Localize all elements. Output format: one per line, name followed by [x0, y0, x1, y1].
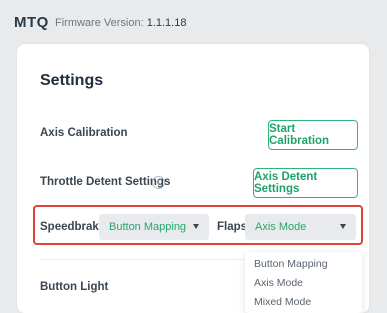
- chevron-down-icon: [340, 224, 346, 229]
- firmware-version-value: 1.1.1.18: [146, 17, 187, 29]
- chevron-down-icon: [193, 224, 199, 229]
- speedbrake-select-value: Button Mapping: [109, 221, 187, 233]
- dropdown-option-axis-mode[interactable]: Axis Mode: [254, 277, 303, 289]
- flaps-dropdown-menu: Button Mapping Axis Mode Mixed Mode: [245, 252, 362, 313]
- flaps-label: Flaps: [217, 221, 248, 233]
- dropdown-option-button-mapping[interactable]: Button Mapping: [254, 258, 328, 270]
- axis-detent-settings-button[interactable]: Axis Detent Settings: [253, 168, 358, 198]
- flaps-select[interactable]: Axis Mode: [245, 214, 356, 240]
- firmware-label: Firmware Version:: [55, 17, 144, 29]
- axis-calibration-label: Axis Calibration: [40, 127, 128, 139]
- settings-title: Settings: [40, 72, 104, 89]
- start-calibration-button[interactable]: Start Calibration: [268, 120, 358, 150]
- throttle-detent-label: Throttle Detent Settings: [40, 176, 171, 188]
- speedbrake-select[interactable]: Button Mapping: [99, 214, 209, 240]
- info-icon[interactable]: i: [152, 176, 165, 189]
- flaps-select-value: Axis Mode: [255, 221, 307, 233]
- firmware-version: Firmware Version: 1.1.1.18: [55, 17, 186, 29]
- speedbrake-label: Speedbrake: [40, 221, 106, 233]
- top-bar: MTQ Firmware Version: 1.1.1.18: [0, 0, 387, 44]
- dropdown-option-mixed-mode[interactable]: Mixed Mode: [254, 296, 311, 308]
- button-light-label: Button Light: [40, 281, 109, 293]
- app-name: MTQ: [14, 14, 49, 31]
